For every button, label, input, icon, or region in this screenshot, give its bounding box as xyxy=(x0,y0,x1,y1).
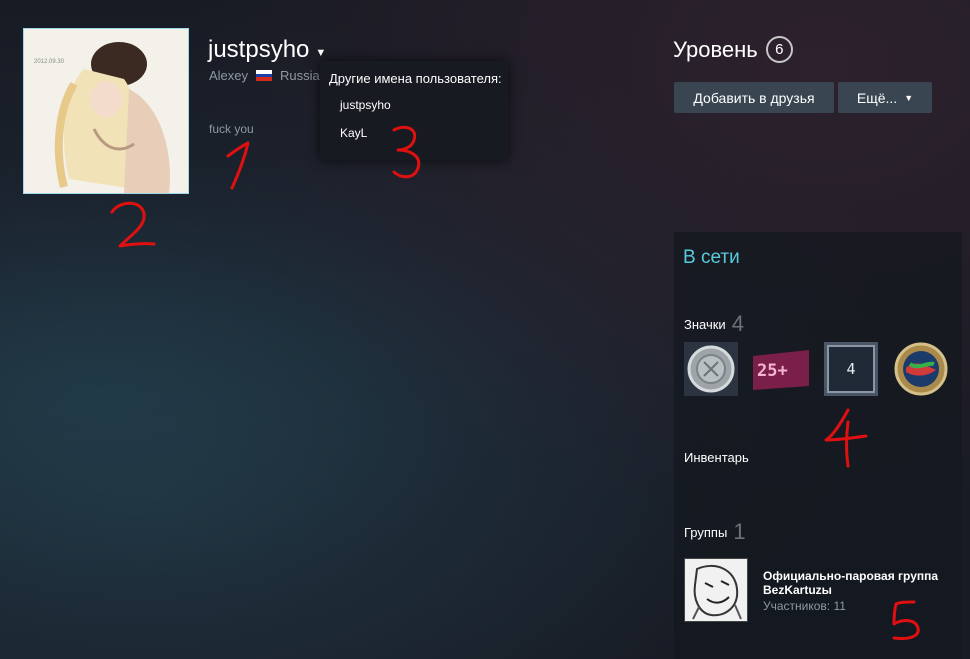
annotation-5 xyxy=(892,600,920,640)
annotation-2 xyxy=(110,201,156,248)
annotation-4 xyxy=(824,408,868,468)
annotation-1 xyxy=(226,141,250,190)
annotation-layer xyxy=(110,125,920,640)
annotation-3 xyxy=(392,125,421,179)
